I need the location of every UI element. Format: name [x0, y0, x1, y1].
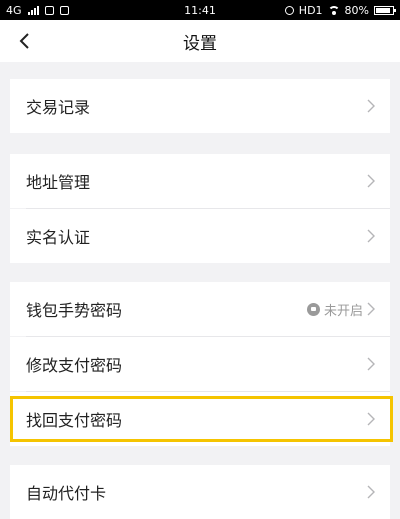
lock-icon: [306, 302, 320, 316]
menu-item-label: 修改支付密码: [26, 356, 123, 375]
navigation-bar: 设置: [0, 20, 400, 62]
menu-item-label: 钱包手势密码: [26, 301, 123, 320]
chevron-right-icon: [367, 485, 376, 499]
menu-item-label: 地址管理: [26, 173, 91, 192]
wifi-icon: [327, 5, 340, 15]
menu-item-address-management[interactable]: 地址管理: [10, 154, 390, 208]
chevron-right-icon: [367, 229, 376, 243]
menu-item-recover-payment-password[interactable]: 找回支付密码: [10, 392, 390, 446]
status-time: 11:41: [184, 3, 216, 17]
battery-icon: [374, 5, 396, 15]
menu-item-label: 实名认证: [26, 228, 91, 247]
menu-item-label: 自动代付卡: [26, 484, 107, 503]
chevron-right-icon: [367, 357, 376, 371]
status-text: 未开启: [323, 303, 363, 319]
chevron-right-icon: [367, 412, 376, 426]
status-bar: 4G 11:41 HD1 80%: [0, 0, 400, 20]
menu-item-label: 找回支付密码: [26, 411, 123, 430]
menu-item-wallet-gesture-password[interactable]: 钱包手势密码 未开启: [10, 282, 390, 336]
chevron-left-icon: [19, 33, 29, 49]
menu-item-change-payment-password[interactable]: 修改支付密码: [10, 337, 390, 391]
menu-item-real-name-verification[interactable]: 实名认证: [10, 209, 390, 263]
chevron-right-icon: [367, 174, 376, 188]
menu-item-label: 交易记录: [26, 98, 91, 117]
menu-item-auto-payment-card[interactable]: 自动代付卡: [10, 465, 390, 519]
page-title: 设置: [183, 33, 217, 54]
back-button[interactable]: [10, 26, 40, 56]
chevron-right-icon: [367, 302, 376, 316]
chevron-right-icon: [367, 99, 376, 113]
menu-item-transaction-records[interactable]: 交易记录: [10, 79, 390, 133]
